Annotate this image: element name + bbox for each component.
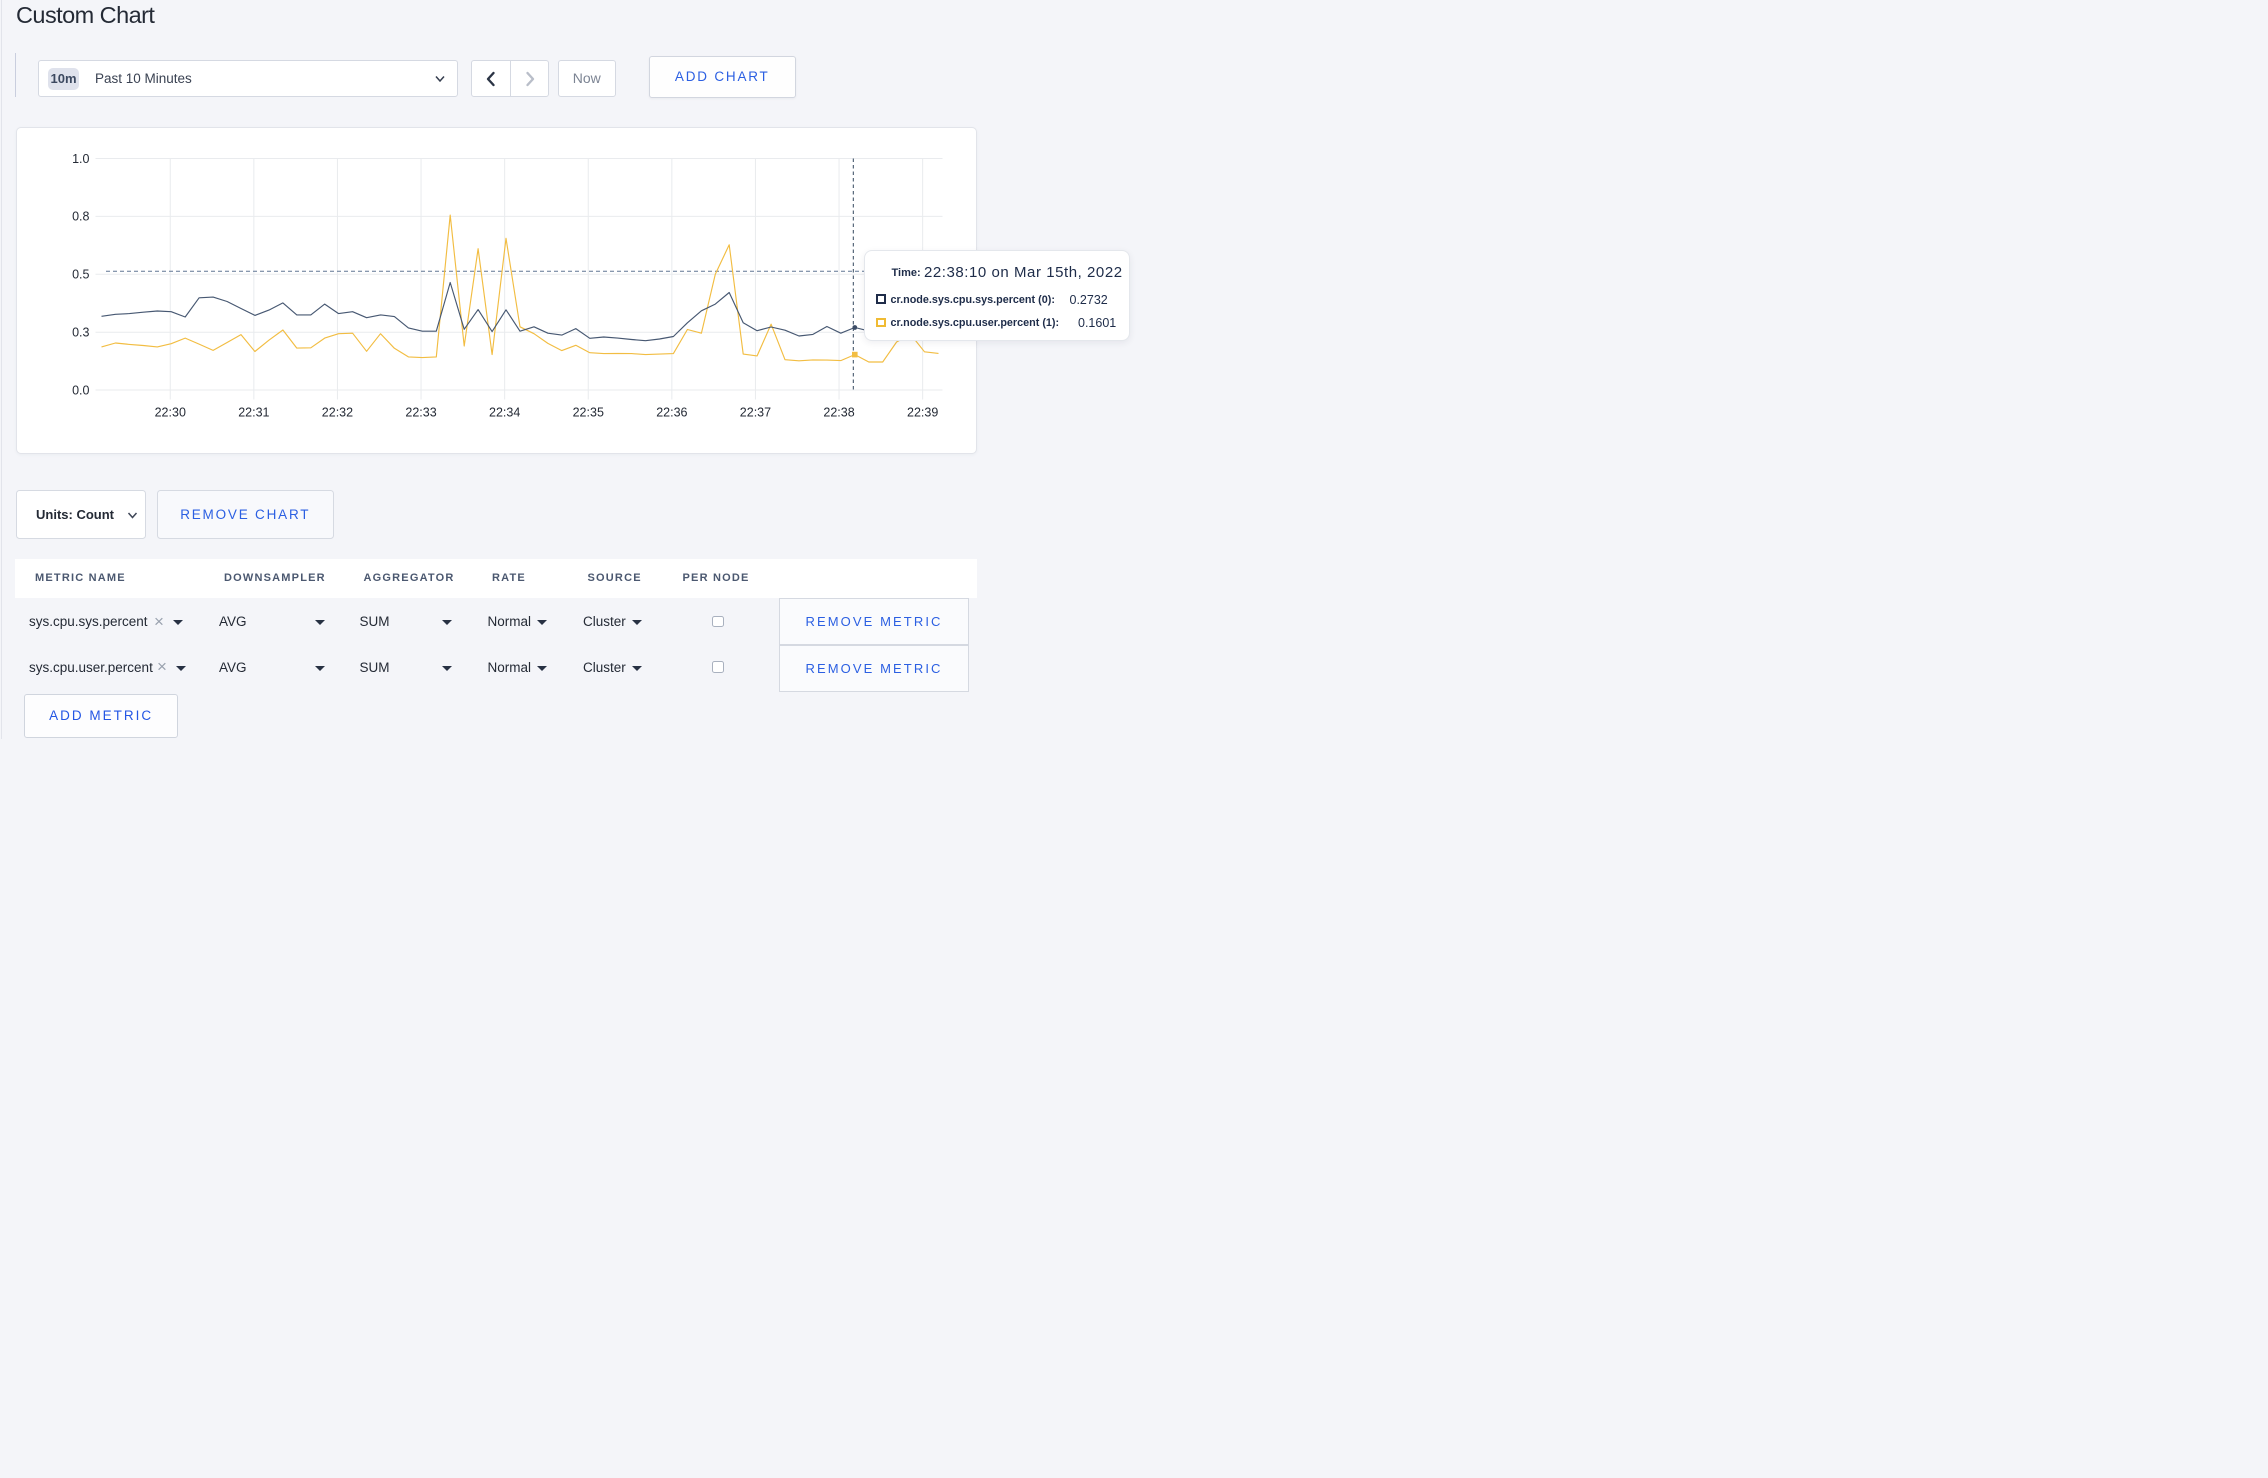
svg-text:22:34: 22:34 <box>489 405 520 419</box>
svg-text:0.0: 0.0 <box>72 383 89 397</box>
svg-text:0.3: 0.3 <box>72 325 89 339</box>
svg-text:0.5: 0.5 <box>72 267 89 281</box>
svg-text:1.0: 1.0 <box>72 151 89 165</box>
svg-text:22:36: 22:36 <box>656 405 687 419</box>
svg-text:22:33: 22:33 <box>405 405 436 419</box>
svg-text:22:38: 22:38 <box>823 405 854 419</box>
svg-text:22:39: 22:39 <box>907 405 938 419</box>
svg-text:0.8: 0.8 <box>72 209 89 223</box>
svg-text:22:30: 22:30 <box>154 405 185 419</box>
svg-text:22:31: 22:31 <box>238 405 269 419</box>
svg-text:22:32: 22:32 <box>321 405 352 419</box>
svg-text:22:37: 22:37 <box>739 405 770 419</box>
svg-text:22:35: 22:35 <box>572 405 603 419</box>
